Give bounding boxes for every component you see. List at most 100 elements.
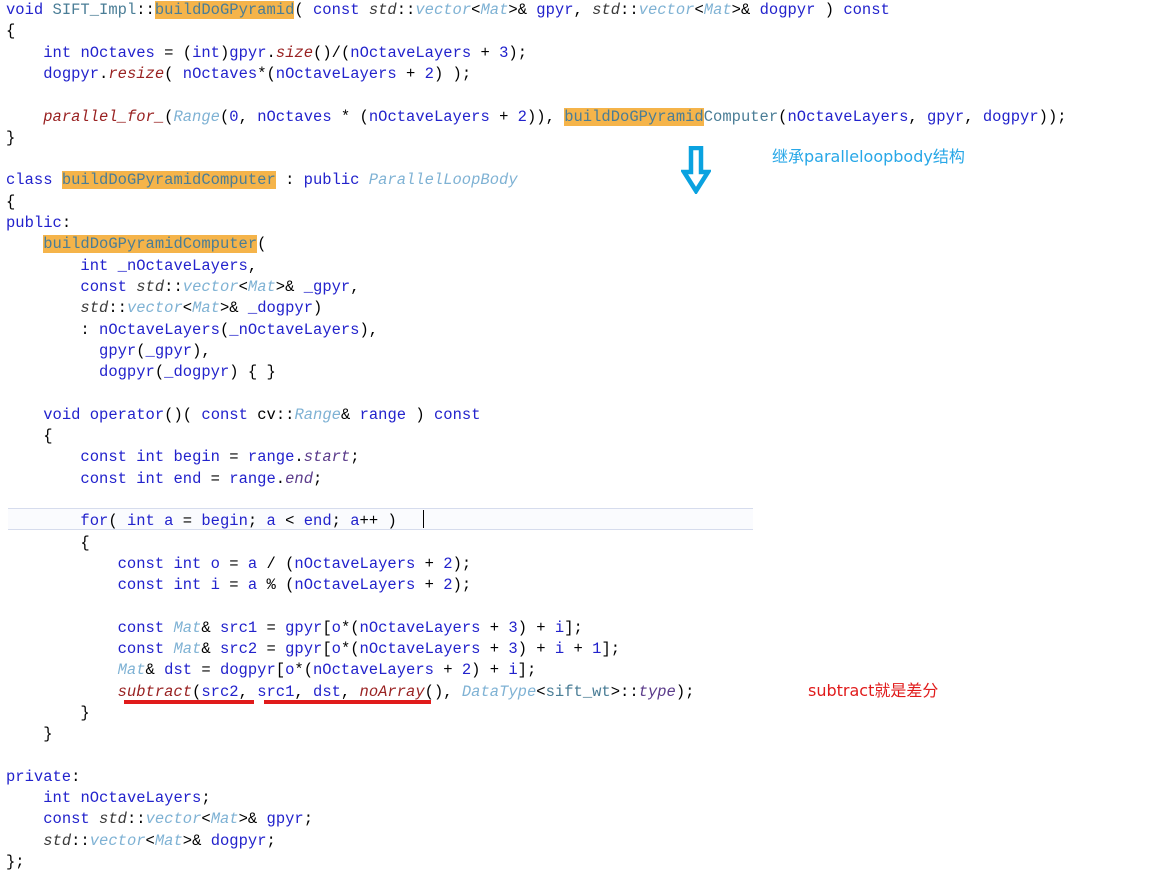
token-punct: ,	[573, 1, 593, 19]
code-line-6[interactable]: }	[6, 128, 15, 149]
token-punct: &	[740, 1, 760, 19]
token-operator: =	[257, 618, 286, 637]
text-caret	[423, 510, 424, 528]
token-keyword: private	[6, 767, 72, 786]
code-line-21[interactable]: const int begin = range.start;	[6, 447, 359, 468]
token-keyword: int	[136, 448, 165, 467]
token-identifier: i	[554, 618, 565, 637]
code-line-0[interactable]: void SIFT_Impl::buildDoGPyramid( const s…	[6, 0, 890, 21]
token-punct: &	[340, 405, 360, 424]
token-identifier: dogpyr	[219, 661, 276, 680]
token-punct: <	[145, 831, 155, 850]
token-highlight-occurrence[interactable]: buildDoGPyramid	[564, 107, 704, 126]
code-line-39[interactable]: std::vector<Mat>& dogpyr;	[6, 831, 276, 852]
code-line-34[interactable]: }	[6, 724, 52, 745]
code-line-24[interactable]: for( int a = begin; a < end; a++ )	[6, 511, 397, 532]
token-punct: (	[108, 512, 127, 531]
token-highlight-occurrence[interactable]: buildDoGPyramidComputer	[43, 235, 258, 254]
token-keyword: int	[43, 789, 72, 808]
code-line-8[interactable]: class buildDoGPyramidComputer : public P…	[6, 170, 518, 191]
code-line-36[interactable]: private:	[6, 767, 80, 788]
token-punct: <	[238, 277, 248, 296]
token-operator: +	[396, 64, 425, 83]
token-identifier: end	[303, 512, 332, 531]
token-identifier: _dogpyr	[164, 363, 230, 382]
token-identifier: dogpyr	[982, 107, 1039, 126]
token-identifier: nOctaveLayers	[368, 107, 490, 126]
code-line-29[interactable]: const Mat& src1 = gpyr[o*(nOctaveLayers …	[6, 618, 583, 639]
token-member: end	[285, 469, 314, 488]
token-punct: );	[508, 43, 528, 62]
token-punct: [	[322, 618, 332, 637]
code-line-27[interactable]: const int i = a % (nOctaveLayers + 2);	[6, 575, 472, 596]
code-line-33[interactable]: }	[6, 703, 89, 724]
token-punct: ;	[201, 789, 211, 808]
token-operator: ++ )	[359, 512, 397, 531]
token-highlight-occurrence[interactable]: buildDoGPyramidComputer	[61, 171, 276, 190]
token-operator: *(	[257, 64, 276, 83]
token-scope: ::	[108, 299, 127, 318]
code-line-37[interactable]: int nOctaveLayers;	[6, 788, 211, 809]
token-namespace: cv	[257, 405, 276, 424]
token-punct: &	[201, 640, 220, 658]
code-line-17[interactable]: dogpyr(_dogpyr) { }	[6, 362, 276, 383]
code-line-11[interactable]: buildDoGPyramidComputer(	[6, 234, 266, 255]
code-line-1[interactable]: {	[6, 21, 15, 42]
token-punct: );	[452, 554, 472, 573]
code-line-14[interactable]: std::vector<Mat>& _dogpyr)	[6, 298, 322, 319]
token-punct: ()/(	[313, 43, 351, 62]
token-identifier: nOctaveLayers	[350, 43, 472, 62]
token-punct: [	[275, 661, 286, 680]
token-identifier: gpyr	[927, 107, 965, 126]
token-operator: +	[433, 661, 462, 680]
code-line-31[interactable]: Mat& dst = dogpyr[o*(nOctaveLayers + 2) …	[6, 660, 537, 681]
token-type: vector	[126, 299, 183, 318]
token-identifier: range	[247, 448, 295, 467]
code-line-5[interactable]: parallel_for_(Range(0, nOctaves * (nOcta…	[6, 107, 1067, 128]
token-keyword: void	[43, 405, 81, 424]
token-function: size	[275, 43, 314, 62]
token-keyword: int	[136, 469, 165, 488]
token-punct: );	[452, 576, 472, 595]
token-punct: ()(	[164, 405, 202, 424]
token-identifier: dst	[164, 661, 193, 680]
code-line-38[interactable]: const std::vector<Mat>& gpyr;	[6, 809, 313, 830]
code-line-13[interactable]: const std::vector<Mat>& _gpyr,	[6, 277, 359, 298]
code-line-25[interactable]: {	[6, 533, 89, 554]
token-operator: +	[471, 43, 500, 62]
code-line-30[interactable]: const Mat& src2 = gpyr[o*(nOctaveLayers …	[6, 639, 620, 660]
token-punct: (	[294, 1, 313, 19]
code-line-16[interactable]: gpyr(_gpyr),	[6, 341, 211, 362]
token-operator: *(	[294, 661, 313, 680]
code-line-20[interactable]: {	[6, 426, 52, 447]
code-line-19[interactable]: void operator()( const cv::Range& range …	[6, 405, 480, 426]
code-line-10[interactable]: public:	[6, 213, 71, 234]
token-type: vector	[89, 831, 146, 850]
code-line-12[interactable]: int _nOctaveLayers,	[6, 256, 257, 277]
code-line-26[interactable]: const int o = a / (nOctaveLayers + 2);	[6, 554, 472, 575]
token-highlight-occurrence[interactable]: buildDoGPyramid	[154, 1, 295, 19]
code-editor-surface[interactable]: void SIFT_Impl::buildDoGPyramid( const s…	[0, 0, 1152, 872]
token-operator: =	[257, 640, 286, 658]
token-operator: +	[415, 554, 444, 573]
code-line-3[interactable]: dogpyr.resize( nOctaves*(nOctaveLayers +…	[6, 64, 471, 85]
token-identifier: nOctaveLayers	[787, 107, 909, 126]
token-identifier: src2	[201, 682, 239, 701]
code-line-9[interactable]: {	[6, 192, 15, 213]
code-line-15[interactable]: : nOctaveLayers(_nOctaveLayers),	[6, 320, 378, 341]
token-identifier: _gpyr	[303, 277, 351, 296]
token-punct: &	[201, 618, 220, 637]
code-line-22[interactable]: const int end = range.end;	[6, 469, 322, 490]
code-line-2[interactable]: int nOctaves = (int)gpyr.size()/(nOctave…	[6, 43, 527, 64]
token-identifier: nOctaveLayers	[99, 320, 220, 339]
token-punct: >	[275, 277, 286, 296]
code-line-40[interactable]: };	[6, 852, 25, 873]
